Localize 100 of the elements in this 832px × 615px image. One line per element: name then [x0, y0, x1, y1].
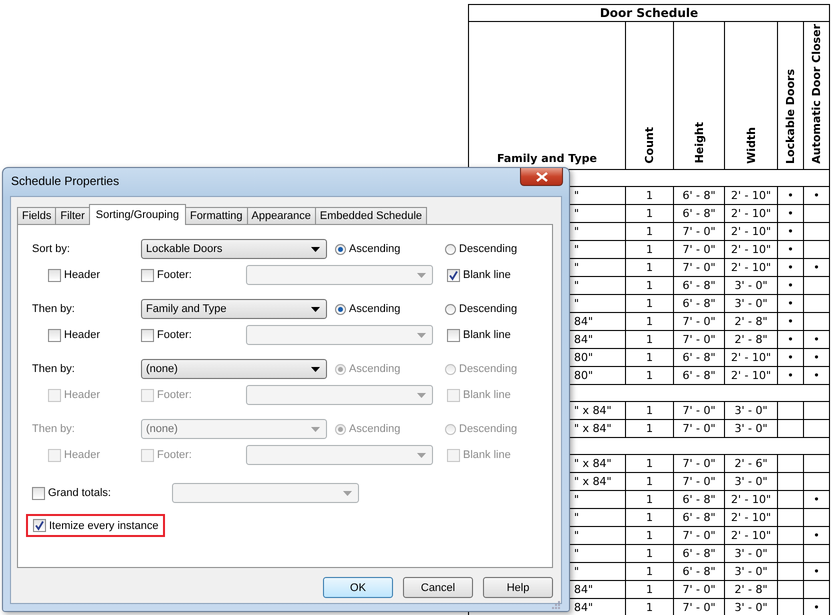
header-checkbox[interactable]: Header: [48, 328, 141, 342]
table-cell: 2' - 10": [730, 350, 772, 364]
grand-totals-checkbox[interactable]: Grand totals:: [32, 486, 172, 500]
header-checkbox[interactable]: Header: [48, 268, 141, 282]
sort-field-dropdown[interactable]: Family and Type: [141, 299, 327, 319]
table-cell: •: [813, 564, 820, 578]
footer-checkbox[interactable]: Footer:: [141, 328, 246, 342]
table-cell: •: [813, 600, 820, 614]
checkmark-icon: [448, 270, 459, 280]
table-cell: 7' - 0": [682, 474, 716, 488]
table-title: Door Schedule: [468, 4, 830, 22]
tab[interactable]: Embedded Schedule: [314, 207, 428, 224]
blank-line-checkbox[interactable]: Blank line: [447, 328, 511, 342]
tab[interactable]: Fields: [17, 207, 56, 224]
table-cell: 1: [646, 474, 653, 488]
footer-dropdown[interactable]: [246, 445, 433, 465]
tab[interactable]: Filter: [55, 207, 90, 224]
table-cell: 6' - 8": [682, 492, 716, 506]
dialog-button[interactable]: OK: [323, 577, 393, 598]
table-cell: 84": [574, 600, 594, 614]
close-button[interactable]: [520, 168, 563, 186]
table-cell: 6' - 8": [682, 188, 716, 202]
table-cell: •: [787, 224, 794, 238]
table-cell: •: [787, 368, 794, 382]
table-cell: 6' - 8": [682, 278, 716, 292]
table-cell: 1: [646, 600, 653, 614]
sort-label: Then by:: [32, 303, 76, 315]
tab[interactable]: Formatting: [184, 207, 248, 224]
tab[interactable]: Sorting/Grouping: [88, 204, 186, 225]
table-cell: ": [574, 564, 580, 578]
table-cell: 6' - 8": [682, 564, 716, 578]
footer-dropdown[interactable]: [246, 385, 433, 405]
caret-icon: [311, 366, 320, 372]
footer-checkbox[interactable]: Footer:: [141, 268, 246, 282]
tab[interactable]: Appearance: [246, 207, 316, 224]
grand-totals-dropdown[interactable]: [172, 483, 359, 503]
table-cell: ": [574, 278, 580, 292]
resize-grip-icon: [551, 600, 560, 609]
caret-icon: [311, 426, 320, 432]
descending-radio[interactable]: Descending: [445, 243, 518, 255]
table-cell: " x 84": [574, 474, 612, 488]
blank-line-checkbox[interactable]: Blank line: [447, 268, 511, 282]
table-cell: ": [574, 296, 580, 310]
table-cell: 6' - 8": [682, 546, 716, 560]
table-cell: •: [787, 332, 794, 346]
table-cell: •: [813, 368, 820, 382]
descending-radio[interactable]: Descending: [445, 303, 518, 315]
table-cell: 2' - 10": [730, 510, 772, 524]
table-cell: 6' - 8": [682, 510, 716, 524]
table-cell: " x 84": [574, 422, 612, 435]
table-cell: 1: [646, 528, 653, 542]
table-cell: 7' - 0": [682, 224, 716, 238]
table-cell: 7' - 0": [682, 422, 716, 435]
table-cell: 2' - 8": [734, 582, 768, 596]
table-cell: 3' - 0": [734, 546, 768, 560]
table-cell: 7' - 0": [682, 314, 716, 328]
table-cell: 2' - 10": [730, 206, 772, 220]
table-cell: 7' - 0": [682, 528, 716, 542]
table-cell: 3' - 0": [734, 422, 768, 435]
table-cell: •: [813, 188, 820, 202]
ascending-radio[interactable]: Ascending: [335, 303, 445, 315]
itemize-checkbox[interactable]: Itemize every instance: [33, 519, 158, 532]
column-header: Automatic Door Closer: [810, 23, 823, 166]
table-cell: 1: [646, 206, 653, 220]
table-cell: 1: [646, 260, 653, 274]
table-cell: 1: [646, 368, 653, 382]
footer-dropdown[interactable]: [246, 325, 433, 345]
table-cell: 80": [574, 350, 594, 364]
footer-dropdown[interactable]: [246, 265, 433, 285]
dialog-button[interactable]: Help: [483, 577, 553, 598]
caret-icon: [417, 332, 426, 338]
table-cell: •: [813, 350, 820, 364]
table-cell: 3' - 0": [734, 404, 768, 417]
table-cell: 1: [646, 456, 653, 470]
ascending-radio[interactable]: Ascending: [335, 243, 445, 255]
table-cell: 84": [574, 332, 594, 346]
table-cell: 3' - 0": [734, 474, 768, 488]
table-cell: 2' - 10": [730, 224, 772, 238]
table-cell: ": [574, 528, 580, 542]
sort-field-dropdown[interactable]: Lockable Doors: [141, 239, 327, 259]
table-cell: 3' - 0": [734, 278, 768, 292]
table-cell: •: [787, 206, 794, 220]
table-cell: ": [574, 224, 580, 238]
sort-label: Then by:: [32, 363, 76, 375]
table-cell: •: [787, 350, 794, 364]
caret-icon: [417, 272, 426, 278]
table-cell: 1: [646, 510, 653, 524]
table-cell: 7' - 0": [682, 600, 716, 614]
table-cell: 6' - 8": [682, 350, 716, 364]
close-icon: [536, 172, 548, 182]
table-cell: 7' - 0": [682, 260, 716, 274]
dialog-button[interactable]: Cancel: [403, 577, 473, 598]
table-cell: 6' - 8": [682, 368, 716, 382]
table-cell: 1: [646, 404, 653, 417]
table-cell: " x 84": [574, 456, 612, 470]
table-cell: ": [574, 260, 580, 274]
table-cell: 2' - 6": [734, 456, 768, 470]
table-cell: 1: [646, 314, 653, 328]
sort-field-dropdown[interactable]: (none): [141, 359, 327, 379]
table-cell: 80": [574, 368, 594, 382]
